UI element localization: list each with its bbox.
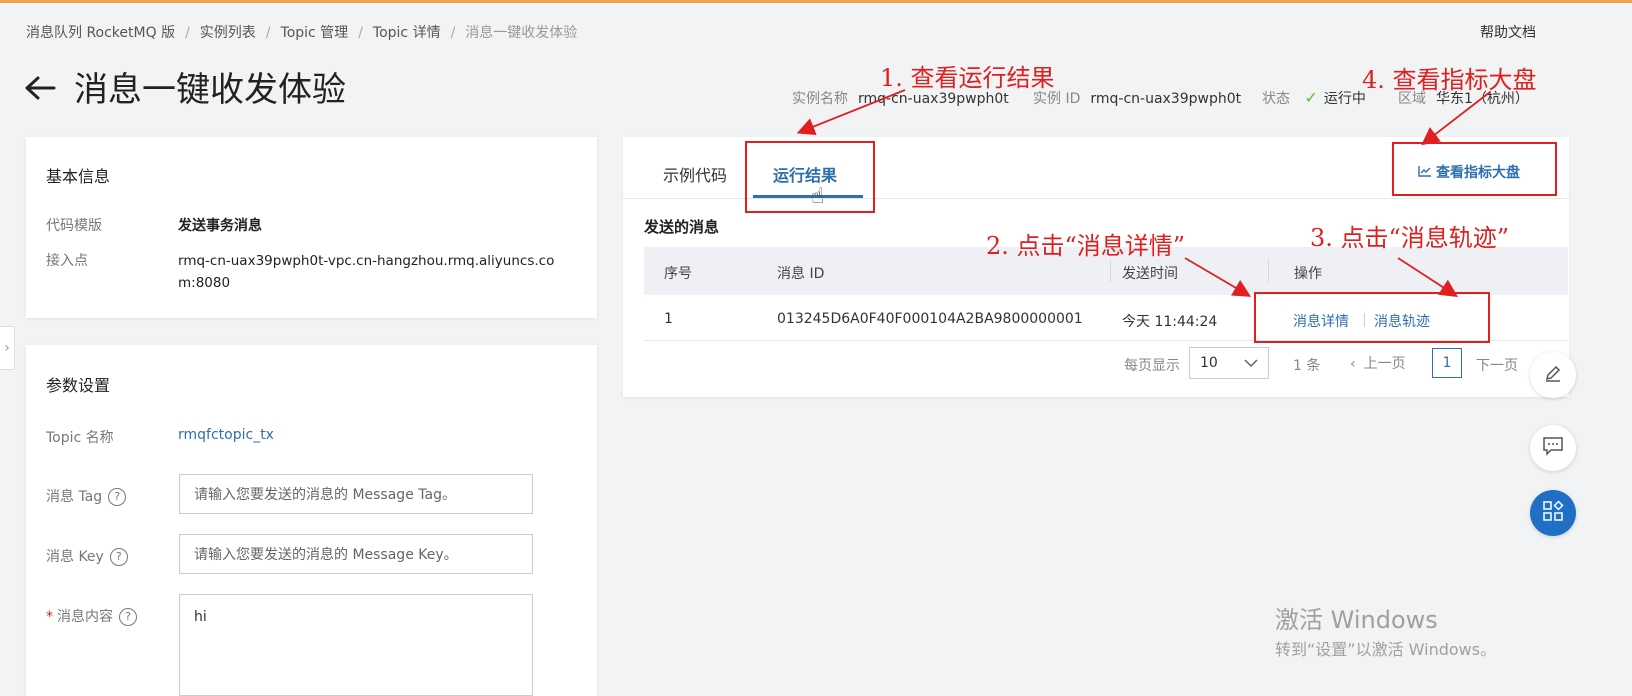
- annotation-step1: 1. 查看运行结果: [880, 64, 1055, 92]
- annotation-arrows: [796, 89, 1491, 297]
- windows-activation-hint: 转到“设置”以激活 Windows。: [1275, 640, 1497, 659]
- annotation-step4: 4. 查看指标大盘: [1362, 66, 1537, 94]
- annotation-step2: 2. 点击“消息详情”: [986, 232, 1186, 260]
- annotation-step3: 3. 点击“消息轨迹”: [1310, 224, 1510, 252]
- windows-activation-title: 激活 Windows: [1275, 606, 1438, 634]
